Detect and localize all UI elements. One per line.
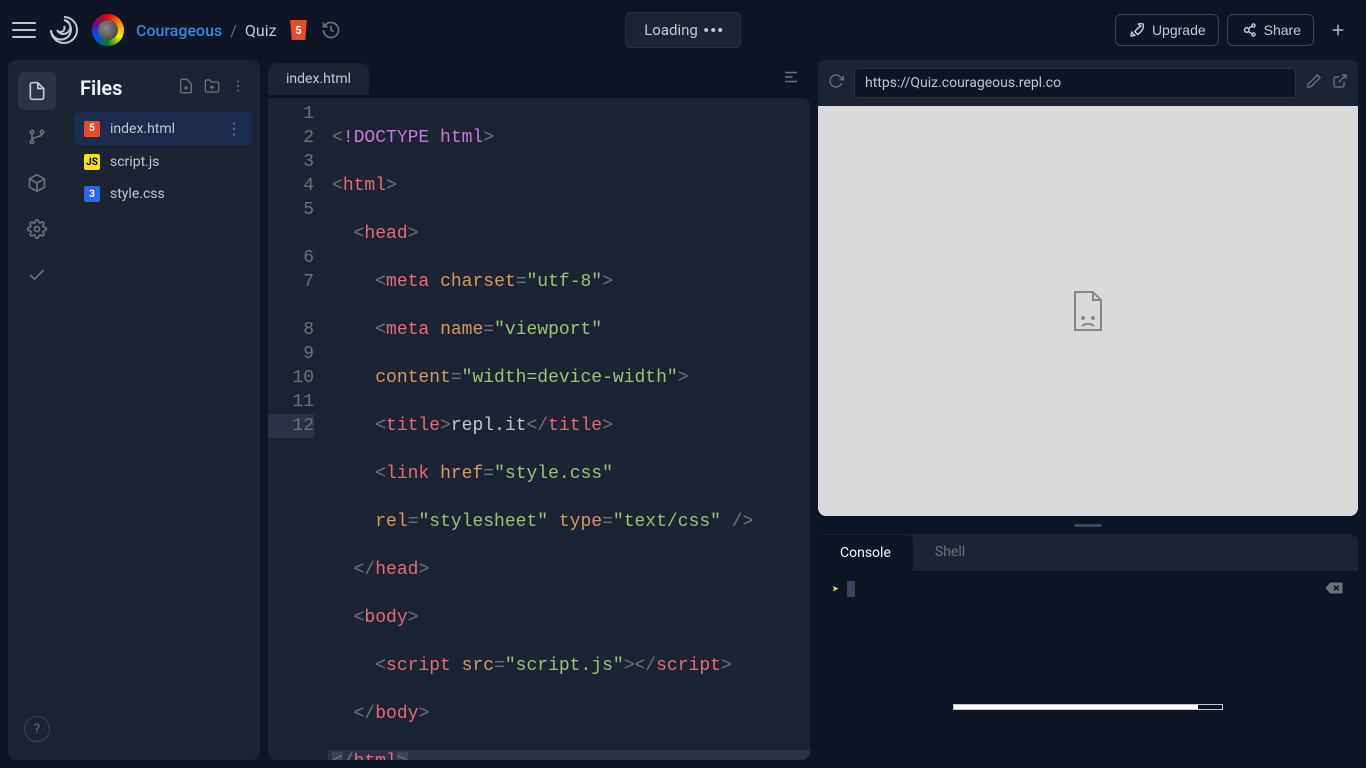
external-link-icon — [1332, 73, 1348, 89]
rail-settings[interactable] — [18, 210, 56, 248]
editor-panel: index.html 123456789101112 <!DOCTYPE htm… — [268, 60, 810, 760]
clear-console-button[interactable] — [1324, 581, 1344, 599]
files-more-button[interactable] — [230, 78, 246, 98]
file-item-script-js[interactable]: JS script.js — [74, 147, 252, 177]
upgrade-label: Upgrade — [1152, 22, 1206, 38]
file-list: 5 index.html ⋮ JS script.js 3 style.css — [74, 112, 252, 209]
loading-label: Loading — [644, 21, 698, 39]
package-icon — [27, 173, 47, 193]
editor-format-button[interactable] — [782, 68, 810, 90]
breadcrumb-separator: / — [230, 21, 237, 40]
replit-logo-icon[interactable] — [48, 14, 80, 46]
line-gutter: 123456789101112 — [268, 102, 328, 760]
rail-check[interactable] — [18, 256, 56, 294]
console-prompt[interactable]: ➤ — [832, 581, 1344, 597]
file-name: index.html — [110, 121, 175, 137]
html-file-icon: 5 — [84, 121, 100, 137]
refresh-button[interactable] — [828, 73, 844, 93]
header: Courageous / Quiz 5 Loading Upgrade Shar… — [0, 0, 1366, 60]
check-icon — [27, 265, 47, 285]
rail-files[interactable] — [18, 72, 56, 110]
rail-packages[interactable] — [18, 164, 56, 202]
console-tabs: Console Shell — [818, 534, 1358, 571]
file-item-style-css[interactable]: 3 style.css — [74, 179, 252, 209]
new-folder-button[interactable] — [204, 78, 220, 98]
rail-help[interactable]: ? — [18, 710, 56, 748]
browser-preview — [818, 106, 1358, 516]
code-content[interactable]: <!DOCTYPE html> <html> <head> <meta char… — [328, 102, 810, 760]
resize-handle[interactable] — [818, 522, 1358, 528]
html5-badge-icon: 5 — [289, 20, 309, 40]
rail-vcs[interactable] — [18, 118, 56, 156]
backspace-icon — [1324, 581, 1344, 595]
share-button[interactable]: Share — [1227, 14, 1314, 46]
new-tab-button[interactable] — [1322, 14, 1354, 46]
tab-shell[interactable]: Shell — [913, 534, 987, 571]
js-file-icon: JS — [84, 154, 100, 170]
open-external-button[interactable] — [1332, 73, 1348, 93]
branch-icon — [27, 127, 47, 147]
right-panel: Console Shell ➤ — [818, 60, 1358, 760]
hamburger-icon[interactable] — [12, 18, 36, 42]
share-icon — [1240, 21, 1258, 39]
loading-dots-icon — [704, 28, 722, 32]
console-panel: Console Shell ➤ — [818, 534, 1358, 760]
share-label: Share — [1264, 22, 1301, 38]
editor-tab-index-html[interactable]: index.html — [268, 63, 369, 95]
files-title: Files — [80, 76, 122, 100]
file-name: style.css — [110, 186, 165, 202]
breadcrumb: Courageous / Quiz — [136, 21, 277, 40]
more-vertical-icon — [230, 78, 246, 94]
main-layout: ? Files 5 — [0, 60, 1366, 768]
progress-indicator — [832, 704, 1344, 710]
run-status: Loading — [625, 12, 741, 48]
browser-panel — [818, 60, 1358, 516]
new-file-icon — [178, 78, 194, 94]
plus-icon — [1330, 22, 1346, 38]
history-icon[interactable] — [321, 20, 341, 40]
breadcrumb-owner[interactable]: Courageous — [136, 21, 222, 40]
rocket-icon — [1128, 21, 1146, 39]
editor-tabs: index.html — [268, 60, 810, 98]
file-item-more[interactable]: ⋮ — [226, 119, 242, 138]
prompt-cursor — [847, 581, 855, 597]
browser-toolbar — [818, 60, 1358, 106]
refresh-icon — [828, 73, 844, 89]
gear-icon — [27, 219, 47, 239]
upgrade-button[interactable]: Upgrade — [1115, 14, 1219, 46]
edit-url-button[interactable] — [1306, 73, 1322, 93]
broken-page-icon — [1067, 288, 1109, 334]
user-avatar[interactable] — [92, 14, 124, 46]
prompt-arrow-icon: ➤ — [832, 582, 839, 596]
console-output[interactable]: ➤ — [818, 571, 1358, 760]
file-item-index-html[interactable]: 5 index.html ⋮ — [74, 112, 252, 145]
files-panel: Files 5 index.html ⋮ — [66, 60, 260, 760]
sidebar-rail: ? — [8, 60, 66, 760]
sidebar: ? Files 5 — [8, 60, 260, 760]
help-icon: ? — [24, 716, 50, 742]
breadcrumb-project[interactable]: Quiz — [245, 21, 277, 40]
new-folder-icon — [204, 78, 220, 94]
code-editor[interactable]: 123456789101112 <!DOCTYPE html> <html> <… — [268, 98, 810, 760]
loading-indicator[interactable]: Loading — [625, 12, 741, 48]
file-name: script.js — [110, 154, 159, 170]
pencil-icon — [1306, 73, 1322, 89]
css-file-icon: 3 — [84, 186, 100, 202]
file-icon — [27, 81, 47, 101]
tab-console[interactable]: Console — [818, 534, 913, 571]
new-file-button[interactable] — [178, 78, 194, 98]
url-input[interactable] — [854, 68, 1296, 98]
format-icon — [782, 68, 800, 86]
